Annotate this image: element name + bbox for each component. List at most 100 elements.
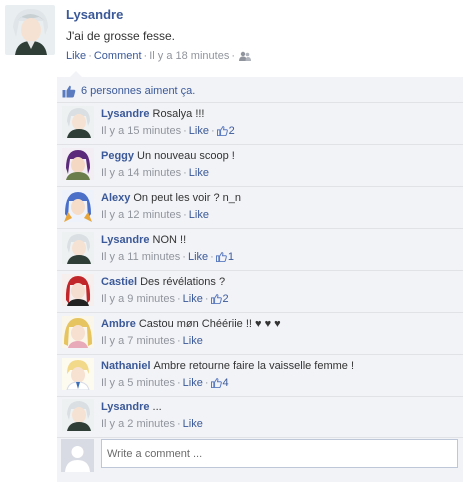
- comment-text: On peut les voir ? n_n: [133, 192, 241, 204]
- avatar[interactable]: [62, 106, 94, 138]
- comment-timestamp[interactable]: Il y a 2 minutes: [101, 418, 175, 430]
- comment-timestamp[interactable]: Il y a 12 minutes: [101, 209, 181, 221]
- comment-meta: Il y a 11 minutes · Like · 1: [101, 251, 234, 265]
- comment-author[interactable]: Alexy: [101, 192, 130, 204]
- comment-author[interactable]: Nathaniel: [101, 360, 151, 372]
- separator: ·: [210, 125, 215, 137]
- write-comment-row: [57, 436, 463, 480]
- comment-like-count[interactable]: 1: [215, 251, 234, 265]
- separator: ·: [176, 377, 181, 389]
- thumbs-up-icon: [62, 85, 76, 101]
- thumbs-up-icon: [216, 126, 228, 139]
- comment-author[interactable]: Lysandre: [101, 108, 150, 120]
- comment-item: Peggy Un nouveau scoop ! Il y a 14 minute…: [57, 145, 463, 187]
- avatar[interactable]: [62, 274, 94, 306]
- comment-text: Un nouveau scoop !: [137, 150, 235, 162]
- comment-timestamp[interactable]: Il y a 14 minutes: [101, 167, 181, 179]
- comment-meta: Il y a 14 minutes · Like: [101, 167, 209, 179]
- separator: ·: [176, 418, 181, 430]
- separator: ·: [231, 50, 235, 62]
- comment-timestamp[interactable]: Il y a 15 minutes: [101, 125, 181, 137]
- comment-body: Peggy Un nouveau scoop !: [101, 150, 235, 162]
- comment-author[interactable]: Ambre: [101, 318, 136, 330]
- comment-timestamp[interactable]: Il y a 11 minutes: [101, 251, 180, 263]
- comment-author[interactable]: Lysandre: [101, 234, 150, 246]
- comment-like-link[interactable]: Like: [183, 335, 203, 347]
- comment-timestamp[interactable]: Il y a 7 minutes: [101, 335, 175, 347]
- comment-meta: Il y a 7 minutes · Like: [101, 335, 203, 347]
- separator: ·: [176, 335, 181, 347]
- separator: ·: [204, 293, 209, 305]
- comment-body: Alexy On peut les voir ? n_n: [101, 192, 241, 204]
- avatar[interactable]: [5, 5, 55, 55]
- separator: ·: [182, 251, 186, 263]
- separator: ·: [204, 377, 209, 389]
- comment-like-link[interactable]: Like: [183, 293, 203, 305]
- avatar[interactable]: [62, 148, 94, 180]
- comment-text: Rosalya !!!: [152, 108, 205, 120]
- comment-body: Nathaniel Ambre retourne faire la vaissel…: [101, 360, 354, 372]
- comment-text: NON !!: [152, 234, 187, 246]
- comment-timestamp[interactable]: Il y a 5 minutes: [101, 377, 175, 389]
- comment-item: Alexy On peut les voir ? n_n Il y a 12 mi…: [57, 187, 463, 229]
- post-text: J'ai de grosse fesse.: [66, 29, 176, 43]
- comment-like-link[interactable]: Like: [188, 251, 208, 263]
- thumbs-up-icon: [210, 378, 222, 391]
- comment-like-link[interactable]: Like: [189, 125, 209, 137]
- comment-body: Lysandre Rosalya !!!: [101, 108, 204, 120]
- comment-item: Castiel Des révélations ? Il y a 9 minute…: [57, 271, 463, 313]
- comment-item: Lysandre... Il y a 2 minutes · Like: [57, 396, 463, 438]
- comment-body: Ambre Castou møn Chéériie !! ♥ ♥ ♥: [101, 318, 281, 330]
- separator: ·: [183, 209, 187, 221]
- like-count-value: 1: [227, 251, 234, 263]
- comment-body: Lysandre NON !!: [101, 234, 186, 246]
- comment-like-link[interactable]: Like: [183, 418, 203, 430]
- comment-meta: Il y a 2 minutes · Like: [101, 418, 203, 430]
- friends-icon[interactable]: [238, 51, 251, 64]
- avatar[interactable]: [62, 399, 94, 431]
- thumbs-up-icon: [210, 294, 222, 307]
- post-author[interactable]: Lysandre: [66, 7, 123, 22]
- avatar[interactable]: [62, 358, 94, 390]
- comment-item: Nathaniel Ambre retourne faire la vaissel…: [57, 355, 463, 397]
- comment-meta: Il y a 12 minutes · Like: [101, 209, 209, 221]
- comment-text: Castou møn Chéériie !! ♥ ♥ ♥: [138, 318, 281, 330]
- post: Lysandre J'ai de grosse fesse. Like · Comm…: [0, 0, 470, 80]
- separator: ·: [88, 50, 92, 62]
- avatar[interactable]: [62, 190, 94, 222]
- comment-body: Castiel Des révélations ?: [101, 276, 225, 288]
- likes-summary: 6 personnes aiment ça.: [57, 80, 463, 103]
- like-count-value: 2: [228, 125, 235, 137]
- comment-like-link[interactable]: Like: [189, 209, 209, 221]
- comment-author[interactable]: Lysandre: [101, 401, 150, 413]
- comment-item: Lysandre NON !! Il y a 11 minutes · Like · 1: [57, 229, 463, 271]
- comment-meta: Il y a 5 minutes · Like · 4: [101, 377, 229, 391]
- post-like-link[interactable]: Like: [66, 50, 86, 62]
- comment-input[interactable]: [101, 439, 458, 468]
- comment-like-link[interactable]: Like: [183, 377, 203, 389]
- comment-item: Ambre Castou møn Chéériie !! ♥ ♥ ♥ Il y a…: [57, 313, 463, 355]
- avatar[interactable]: [62, 316, 94, 348]
- comment-like-count[interactable]: 4: [210, 377, 229, 391]
- likes-count-link[interactable]: 6 personnes aiment ça.: [81, 85, 195, 97]
- comment-author[interactable]: Castiel: [101, 276, 137, 288]
- comment-like-link[interactable]: Like: [189, 167, 209, 179]
- comment-meta: Il y a 9 minutes · Like · 2: [101, 293, 229, 307]
- post-timestamp[interactable]: Il y a 18 minutes: [149, 50, 229, 62]
- separator: ·: [183, 125, 187, 137]
- default-avatar-icon: [61, 439, 94, 472]
- post-meta: Like · Comment · Il y a 18 minutes ·: [66, 50, 251, 64]
- comment-timestamp[interactable]: Il y a 9 minutes: [101, 293, 175, 305]
- comment-like-count[interactable]: 2: [216, 125, 235, 139]
- comment-like-count[interactable]: 2: [210, 293, 229, 307]
- comment-meta: Il y a 15 minutes · Like · 2: [101, 125, 235, 139]
- like-count-value: 4: [222, 377, 229, 389]
- thumbs-up-icon: [215, 252, 227, 265]
- comment-author[interactable]: Peggy: [101, 150, 134, 162]
- separator: ·: [210, 251, 214, 263]
- post-comment-link[interactable]: Comment: [94, 50, 142, 62]
- separator: ·: [176, 293, 181, 305]
- comment-body: Lysandre...: [101, 401, 162, 413]
- comment-text: Des révélations ?: [140, 276, 226, 288]
- avatar[interactable]: [62, 232, 94, 264]
